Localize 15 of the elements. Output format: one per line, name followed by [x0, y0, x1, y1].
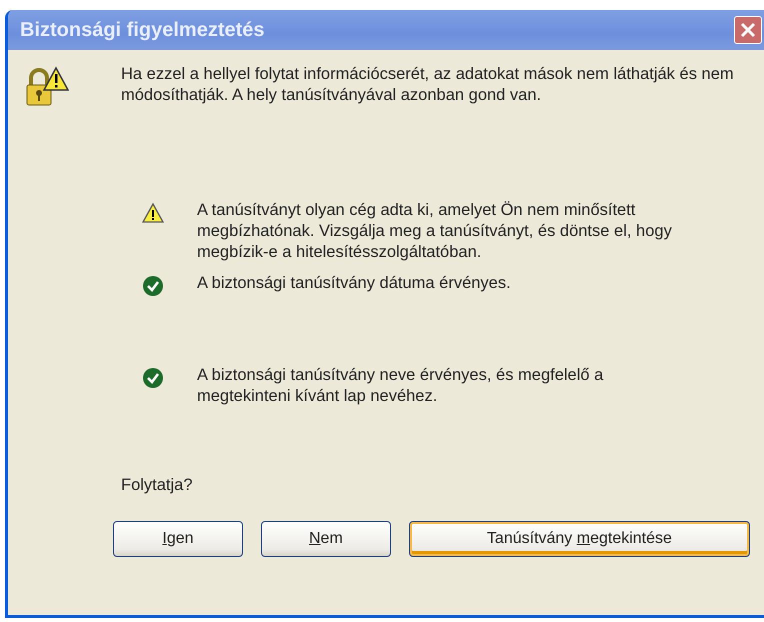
question-text: Folytatja?	[120, 475, 194, 496]
padlock-warning-icon	[25, 66, 69, 108]
dialog-button[interactable]: Nem	[260, 521, 391, 557]
window-title: Biztonsági figyelmeztetés	[20, 18, 265, 42]
close-icon	[739, 21, 757, 39]
check-text: A tanúsítványt olyan cég adta ki, amelyet Ön nem minősített megbízhatónak. Vizsgálja meg a tanúsítványt, és döntse el, hogy megbízik-e a hitelesítésszolgáltatóban.	[197, 200, 673, 263]
dialog-button[interactable]: Igen	[113, 521, 243, 557]
checkmark-icon	[142, 367, 164, 389]
check-text: A biztonsági tanúsítvány neve érvényes, és megfelelő a megtekinteni kívánt lap nevéhez.	[197, 365, 604, 407]
close-button[interactable]	[734, 16, 762, 44]
warning-icon	[142, 202, 164, 224]
dialog-button[interactable]: Tanúsítvány megtekintése	[408, 521, 750, 557]
checkmark-icon	[142, 275, 164, 297]
check-text: A biztonsági tanúsítvány dátuma érvényes.	[197, 273, 512, 294]
message-text: Ha ezzel a hellyel folytat információcserét, az adatokat mások nem láthatják és nem módosíthatják. A hely tanúsítványával azonban gond van.	[121, 64, 735, 106]
